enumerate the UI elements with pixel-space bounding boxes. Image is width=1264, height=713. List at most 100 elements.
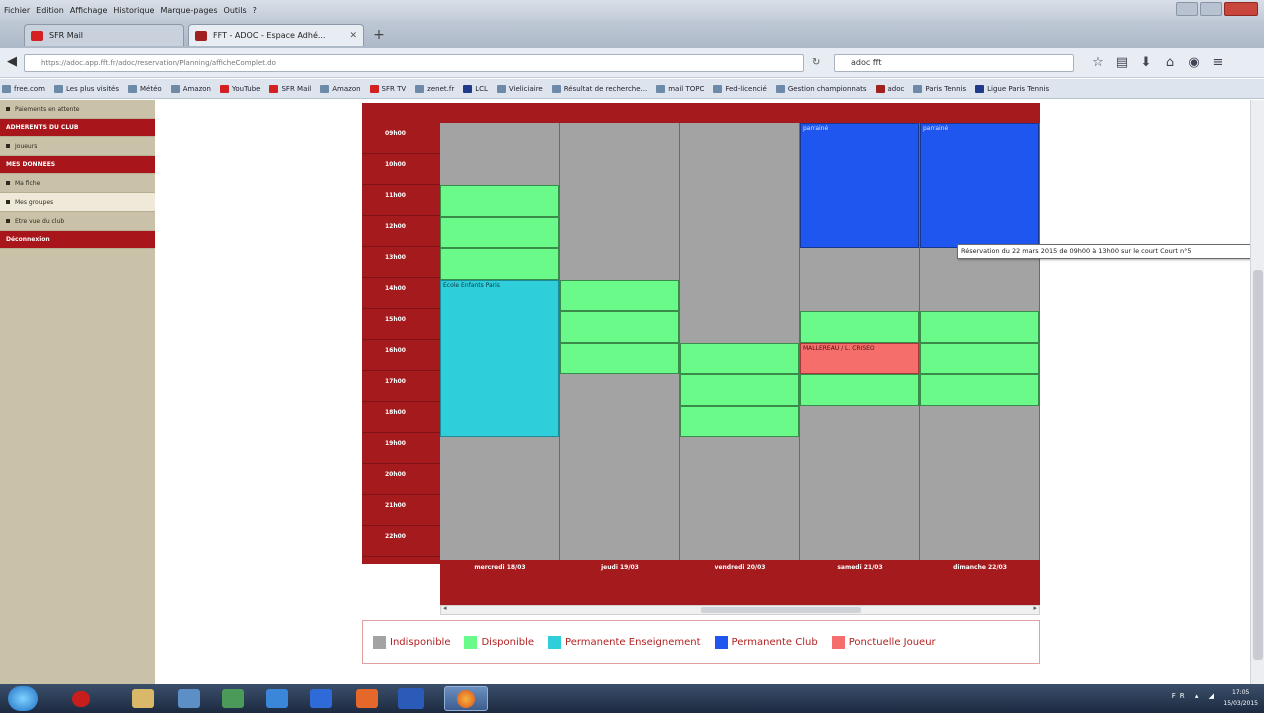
clock[interactable]: 17:05 15/03/2015	[1223, 687, 1258, 709]
url-bar[interactable]: https://adoc.app.fft.fr/adoc/reservation…	[24, 54, 804, 72]
menu-help[interactable]: ?	[253, 6, 257, 15]
legend-item-ponctuelle-joueur: Ponctuelle Joueur	[831, 635, 936, 649]
taskbar: FR ▴ ◢ 17:05 15/03/2015	[0, 684, 1264, 713]
bookmark-icon	[269, 84, 279, 93]
bookmark-item[interactable]: Vieliciaire	[496, 84, 543, 93]
tab-sfr-mail[interactable]: SFR Mail	[24, 24, 184, 46]
home-icon[interactable]: ⌂	[1162, 54, 1178, 72]
bookmark-item[interactable]: YouTube	[220, 84, 260, 93]
slot-available[interactable]	[560, 343, 679, 374]
bookmark-icon	[2, 84, 11, 93]
bookmark-item[interactable]: Paris Tennis	[913, 84, 966, 93]
bookmark-icon	[128, 84, 138, 93]
sidebar-item-paiements[interactable]: Paiements en attente	[0, 100, 155, 119]
bookmark-item[interactable]: Amazon	[170, 84, 211, 93]
app-icon[interactable]	[310, 689, 332, 708]
bullet-icon	[6, 107, 10, 111]
sidebar-item-ma-fiche[interactable]: Ma fiche	[0, 174, 155, 193]
bookmark-item[interactable]: Gestion championnats	[775, 84, 867, 93]
legend-swatch	[548, 635, 562, 649]
bookmark-item[interactable]: Ligue Paris Tennis	[975, 84, 1049, 93]
slot-permanente-club[interactable]: parrainé	[920, 123, 1039, 248]
slot-ponctuelle-joueur[interactable]: MALLEREAU / L. CRISEO	[800, 343, 919, 374]
slot-available[interactable]	[920, 311, 1039, 343]
bookmark-item[interactable]: SFR Mail	[269, 84, 311, 93]
slot-available[interactable]	[920, 374, 1039, 406]
internet-explorer-icon[interactable]	[266, 689, 288, 708]
powerpoint-icon[interactable]	[356, 689, 378, 708]
bookmarks-list-icon[interactable]: ▤	[1114, 54, 1130, 72]
menu-view[interactable]: Affichage	[70, 6, 108, 15]
new-tab-button[interactable]: +	[370, 26, 388, 44]
calendar-horizontal-scrollbar[interactable]: ◂ ▸	[440, 604, 1040, 615]
bookmark-item[interactable]: Les plus visités	[53, 84, 119, 93]
bullet-icon	[6, 200, 10, 204]
explorer-icon[interactable]	[132, 689, 154, 708]
menu-bookmarks[interactable]: Marque-pages	[160, 6, 217, 15]
tab-fft-adoc[interactable]: FFT - ADOC - Espace Adhé... ✕	[188, 24, 364, 46]
app-icon[interactable]	[222, 689, 244, 708]
day-label: samedi 21/03	[837, 564, 883, 571]
bookmark-item[interactable]: Météo	[128, 84, 162, 93]
firefox-taskbar-button[interactable]	[444, 686, 488, 711]
slot-available[interactable]	[680, 374, 799, 406]
time-label: 11h00	[362, 185, 440, 216]
bookmark-item[interactable]: adoc	[875, 84, 904, 93]
slot-available[interactable]	[680, 406, 799, 437]
slot-available[interactable]	[560, 280, 679, 311]
bookmark-star-icon[interactable]: ☆	[1090, 54, 1106, 72]
close-window-button[interactable]	[1224, 2, 1258, 16]
bookmark-item[interactable]: Amazon	[320, 84, 361, 93]
slot-available[interactable]	[800, 374, 919, 406]
bookmark-icon	[170, 84, 180, 93]
system-tray[interactable]: FR ▴ ◢	[1172, 692, 1218, 700]
day-label: vendredi 20/03	[714, 564, 766, 571]
bookmark-item[interactable]: Fed-licencié	[713, 84, 767, 93]
bookmark-icon	[875, 84, 885, 93]
sync-icon[interactable]: ◉	[1186, 54, 1202, 72]
scrollbar-thumb[interactable]	[1253, 270, 1263, 660]
scroll-left-icon[interactable]: ◂	[443, 604, 447, 612]
app-icon[interactable]	[178, 689, 200, 708]
download-icon[interactable]: ⬇	[1138, 54, 1154, 72]
menu-icon[interactable]: ≡	[1210, 54, 1226, 72]
slot-available[interactable]	[680, 343, 799, 374]
search-input[interactable]: adoc fft	[834, 54, 1074, 72]
bookmark-item[interactable]: SFR TV	[369, 84, 406, 93]
slot-available[interactable]	[440, 185, 559, 217]
fft-icon	[195, 30, 207, 41]
bookmark-item[interactable]: zenet.fr	[415, 84, 454, 93]
menu-tools[interactable]: Outils	[224, 6, 247, 15]
sidebar: Paiements en attente ADHERENTS DU CLUB J…	[0, 100, 155, 684]
menu-file[interactable]: Fichier	[4, 6, 30, 15]
slot-available[interactable]	[560, 311, 679, 343]
maximize-button[interactable]	[1200, 2, 1222, 16]
page-vertical-scrollbar[interactable]	[1250, 100, 1264, 684]
sfr-taskbar-icon[interactable]	[72, 691, 90, 707]
sidebar-deconnexion[interactable]: Déconnexion	[0, 231, 155, 249]
sidebar-item-joueurs[interactable]: Joueurs	[0, 137, 155, 156]
slot-available[interactable]	[800, 311, 919, 343]
bookmark-item[interactable]: Résultat de recherche...	[551, 84, 647, 93]
word-icon[interactable]	[398, 688, 424, 709]
sidebar-item-etre-vue[interactable]: Etre vue du club	[0, 212, 155, 231]
scrollbar-thumb[interactable]	[701, 607, 861, 613]
minimize-button[interactable]	[1176, 2, 1198, 16]
menu-history[interactable]: Historique	[113, 6, 154, 15]
start-button[interactable]	[8, 686, 38, 711]
reload-icon[interactable]: ↻	[812, 54, 828, 72]
close-tab-icon[interactable]: ✕	[349, 31, 357, 41]
sidebar-item-mes-groupes[interactable]: Mes groupes	[0, 193, 155, 212]
bookmark-item[interactable]: LCL	[463, 84, 488, 93]
slot-permanente-club[interactable]: parrainé	[800, 123, 919, 248]
slot-available[interactable]	[920, 343, 1039, 374]
slot-available[interactable]	[440, 248, 559, 280]
scroll-right-icon[interactable]: ▸	[1033, 604, 1037, 612]
bookmark-item[interactable]: mail TOPC	[656, 84, 704, 93]
slot-permanente-enseignement[interactable]: Ecole Enfants Paris	[440, 280, 559, 437]
back-button[interactable]: ◀	[4, 53, 20, 71]
calendar-footer-bar: mercredi 18/03 jeudi 19/03 vendredi 20/0…	[440, 560, 1040, 605]
slot-available[interactable]	[440, 217, 559, 248]
menu-edit[interactable]: Edition	[36, 6, 64, 15]
bookmark-item[interactable]: free.com	[2, 84, 45, 93]
